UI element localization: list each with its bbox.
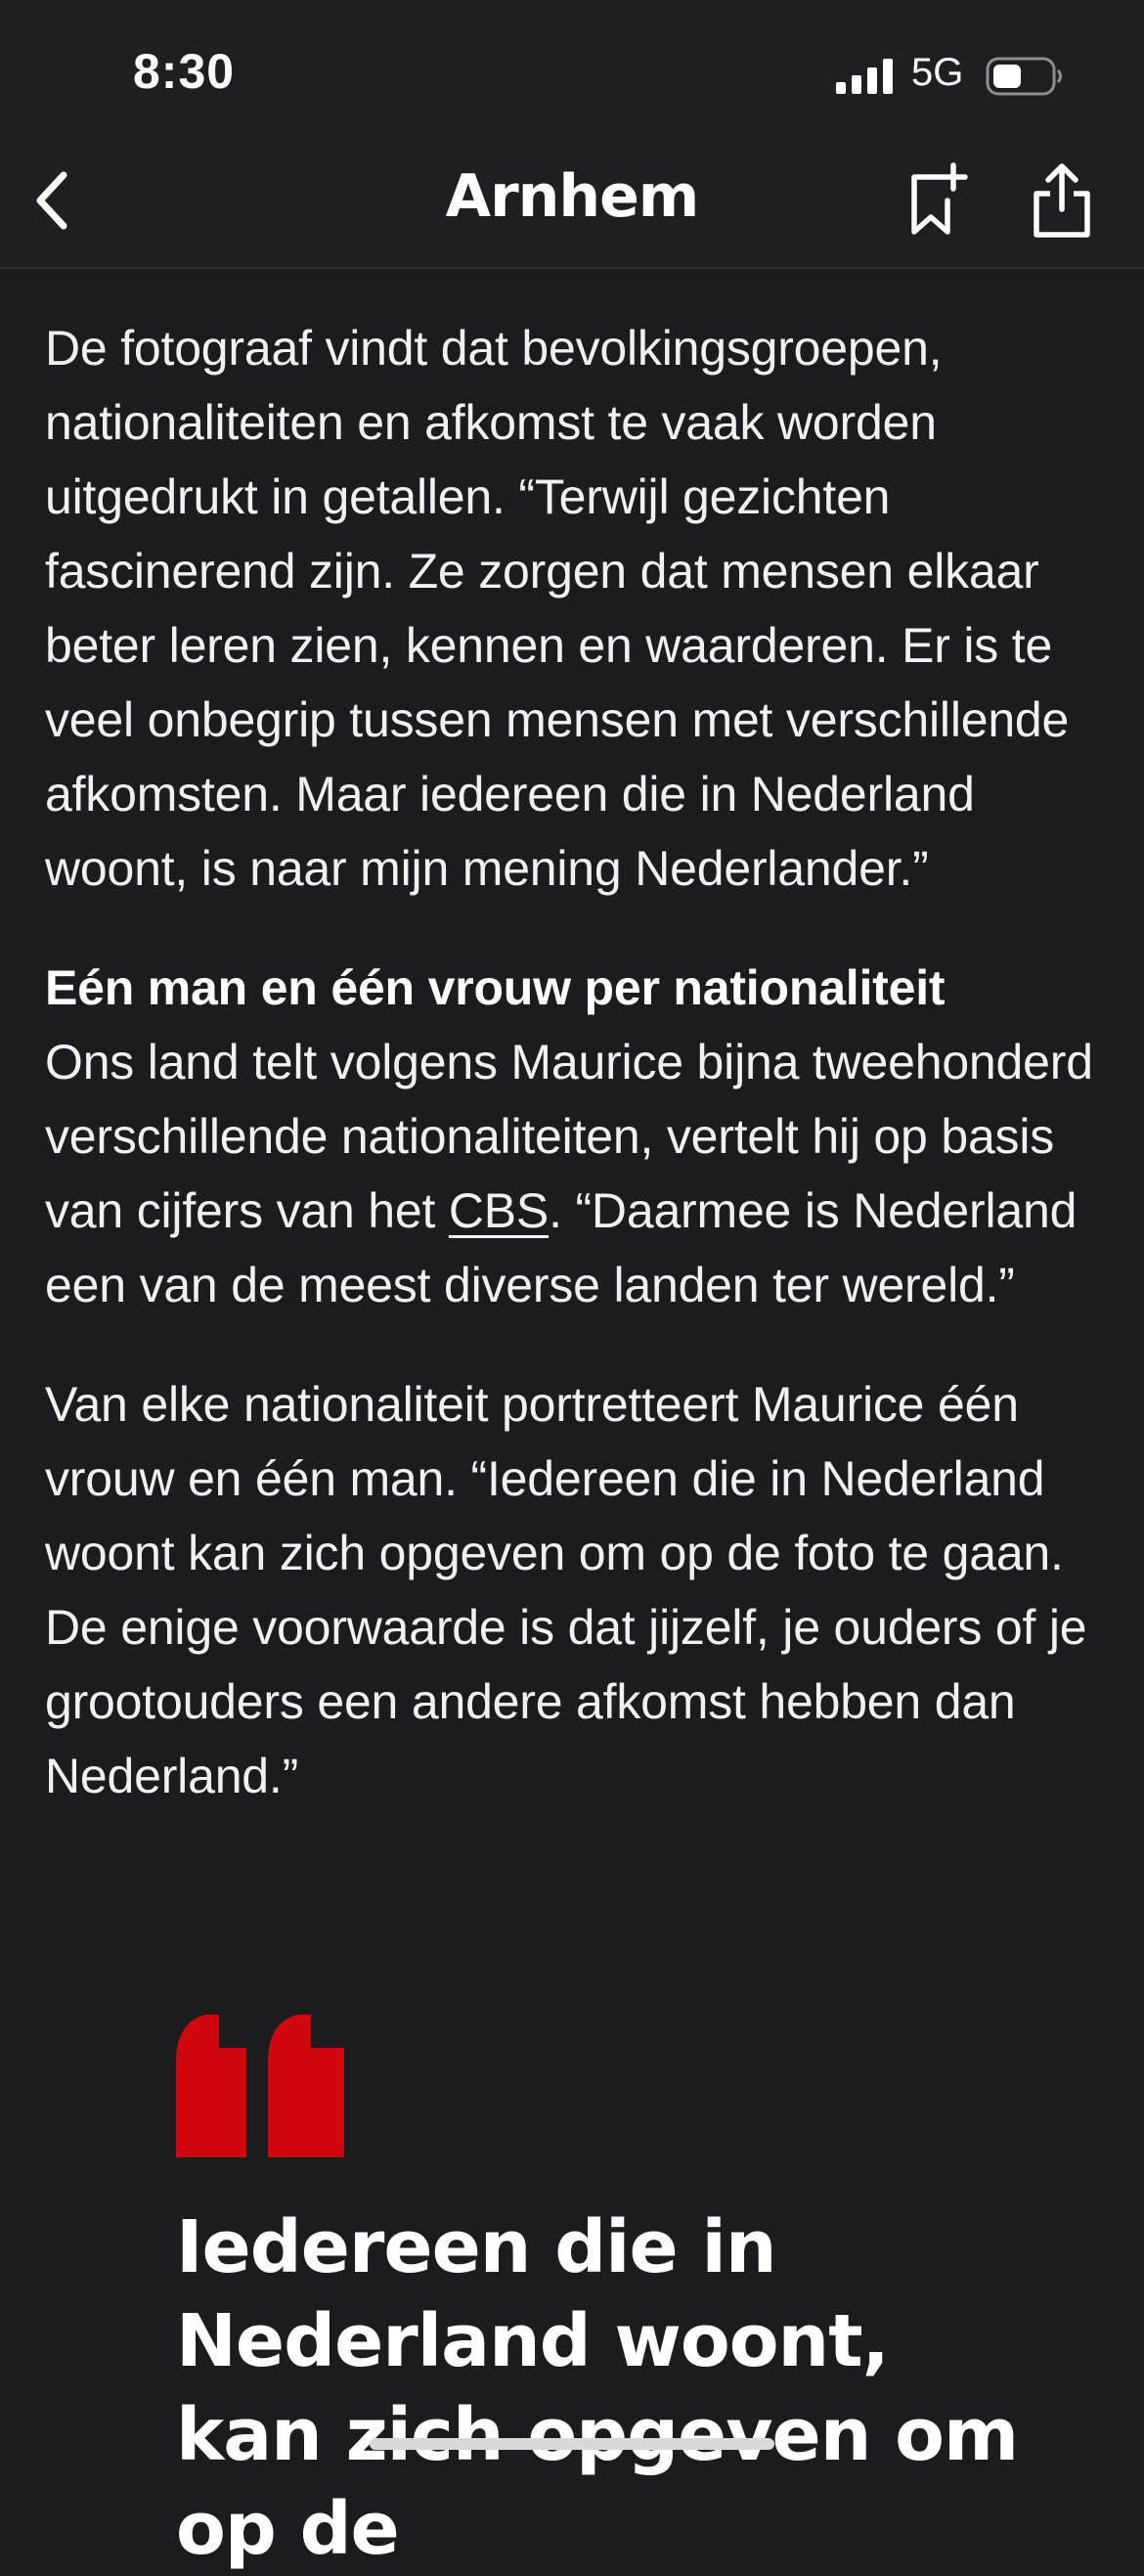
battery-icon xyxy=(986,57,1062,96)
home-indicator[interactable] xyxy=(370,2438,774,2450)
bookmark-button[interactable] xyxy=(898,160,976,239)
article-paragraph: De fotograaf vindt dat bevolkingsgroepen… xyxy=(45,321,1070,896)
quote-mark-icon xyxy=(176,2015,344,2157)
cellular-signal-icon xyxy=(836,59,893,94)
share-icon xyxy=(1034,163,1090,238)
status-bar: 8:30 5G xyxy=(0,0,1144,147)
share-button[interactable] xyxy=(1023,158,1101,241)
article-body: De fotograaf vindt dat bevolkingsgroepen… xyxy=(45,311,1111,1858)
cbs-link[interactable]: CBS xyxy=(449,1183,549,1238)
pull-quote: Iedereen die in Nederland woont, kan zic… xyxy=(176,2205,1019,2571)
navigation-bar: Arnhem xyxy=(0,147,1144,269)
status-time: 8:30 xyxy=(133,44,236,99)
network-type: 5G xyxy=(911,51,964,94)
article-paragraph: Van elke nationaliteit portretteert Maur… xyxy=(45,1377,1087,1803)
section-heading: Eén man en één vrouw per nationaliteit xyxy=(45,960,946,1015)
article-section: Eén man en één vrouw per nationaliteit On… xyxy=(45,951,1111,1322)
bookmark-add-icon xyxy=(911,162,968,235)
